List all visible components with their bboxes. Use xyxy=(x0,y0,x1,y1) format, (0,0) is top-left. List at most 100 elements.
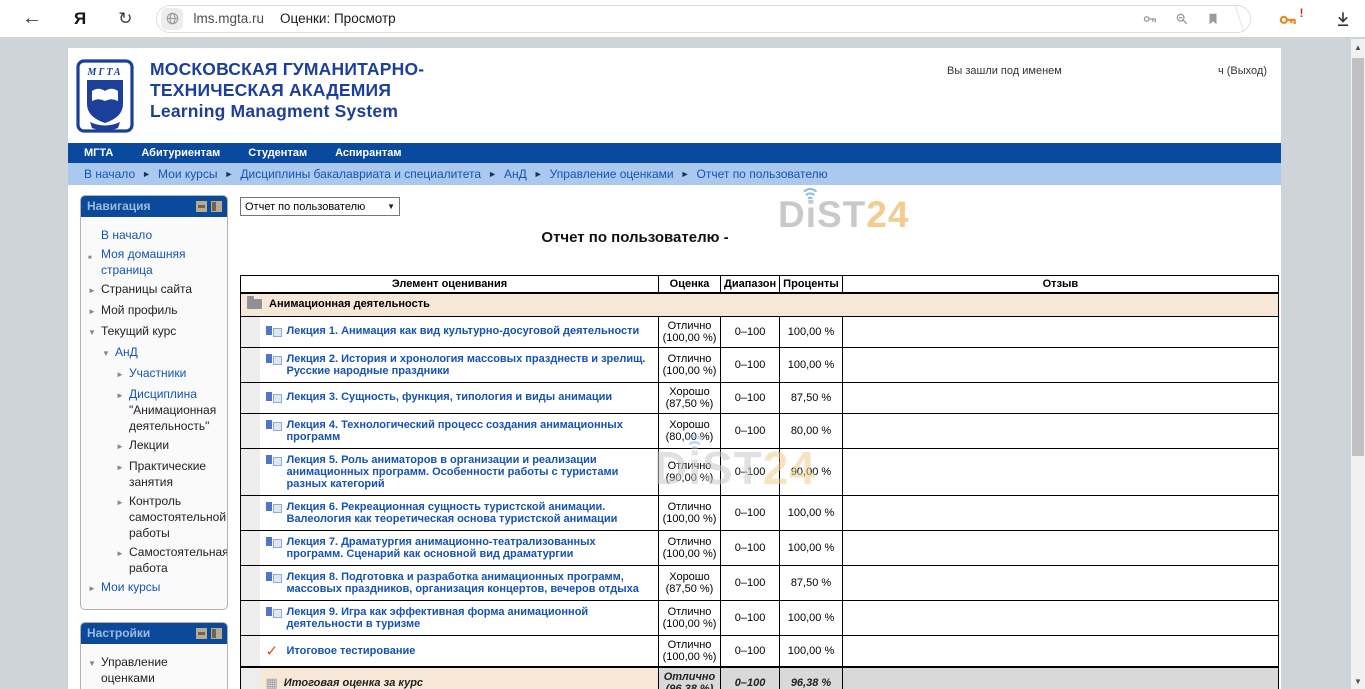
yandex-button[interactable]: Я xyxy=(74,9,86,29)
back-button[interactable]: ← xyxy=(22,7,42,30)
sidebar-item[interactable]: ► Дисциплина "Анимационная деятельность" xyxy=(116,386,223,434)
address-bar[interactable]: lms.mgta.ru Оценки: Просмотр xyxy=(156,5,1251,33)
grade-item-link[interactable]: Лекция 5. Роль аниматоров в организации … xyxy=(287,454,653,490)
breadcrumb-link[interactable]: АнД xyxy=(504,167,527,181)
grade-range: 0–100 xyxy=(721,383,780,414)
block-collapse-icon[interactable] xyxy=(196,628,207,639)
grade-feedback xyxy=(842,496,1278,531)
breadcrumb: В начало►Мои курсы►Дисциплины бакалавриа… xyxy=(68,163,1281,185)
grade-item-link[interactable]: Лекция 3. Сущность, функция, типология и… xyxy=(287,391,613,403)
block-dock-icon[interactable] xyxy=(211,628,222,639)
table-row: Лекция 8. Подготовка и разработка анимац… xyxy=(241,566,1279,601)
topnav-item[interactable]: МГТА xyxy=(84,147,113,159)
grade-value: Хорошо(87,50 %) xyxy=(659,566,721,601)
grade-range: 0–100 xyxy=(721,496,780,531)
alert-badge: ! xyxy=(1299,6,1303,20)
lesson-icon xyxy=(266,420,281,433)
browser-toolbar: ← Я ↻ lms.mgta.ru Оценки: Просмотр xyxy=(0,0,1365,38)
top-navbar: МГТА Абитуриентам Студентам Аспирантам xyxy=(68,143,1281,163)
lesson-icon xyxy=(266,572,281,585)
grade-item-link[interactable]: Лекция 1. Анимация как вид культурно-дос… xyxy=(287,325,640,337)
topnav-item[interactable]: Аспирантам xyxy=(335,147,401,159)
grade-feedback xyxy=(842,414,1278,449)
org-title-line3: Learning Managment System xyxy=(150,101,424,122)
category-label: Анимационная деятельность xyxy=(269,298,430,310)
sidebar-item[interactable]: ■ Моя домашняя страница xyxy=(88,246,223,278)
table-row: Лекция 3. Сущность, функция, типология и… xyxy=(241,383,1279,414)
key-icon[interactable] xyxy=(1142,11,1158,27)
scrollbar-thumb[interactable] xyxy=(1352,58,1364,456)
org-title: МОСКОВСКАЯ ГУМАНИТАРНО- ТЕХНИЧЕСКАЯ АКАД… xyxy=(150,59,424,122)
browser-window: ← Я ↻ lms.mgta.ru Оценки: Просмотр xyxy=(0,0,1365,689)
grade-value: Отлично(100,00 %) xyxy=(659,317,721,348)
site-header: МГТА МОСКОВСКАЯ ГУМАНИТАРНО- ТЕХНИЧЕСКАЯ… xyxy=(68,48,1281,143)
settings-block: Настройки ▼ Управление оценками ▦ Обзорн… xyxy=(80,622,228,689)
table-row-category: Анимационная деятельность xyxy=(241,293,1279,317)
svg-text:МГТА: МГТА xyxy=(86,67,122,78)
org-title-line2: ТЕХНИЧЕСКАЯ АКАДЕМИЯ xyxy=(150,80,424,101)
breadcrumb-separator-icon: ► xyxy=(681,169,690,179)
scroll-up-arrow[interactable]: ▲ xyxy=(1351,43,1365,52)
breadcrumb-link[interactable]: Мои курсы xyxy=(158,167,217,181)
password-alert-icon[interactable]: ! xyxy=(1277,9,1299,29)
grade-item-link[interactable]: Лекция 6. Рекреационная сущность туристс… xyxy=(287,501,653,525)
table-row: ✓Итоговое тестирование Отлично(100,00 %)… xyxy=(241,636,1279,668)
tree-marker-icon: ► xyxy=(116,458,129,490)
col-header-range: Диапазон xyxy=(721,276,780,294)
report-type-select[interactable]: Отчет по пользователю ▼ xyxy=(240,197,400,216)
breadcrumb-link[interactable]: В начало xyxy=(84,167,135,181)
breadcrumb-link[interactable]: Управление оценками xyxy=(550,167,674,181)
sidebar-item[interactable]: В начало xyxy=(88,227,223,243)
reload-button[interactable]: ↻ xyxy=(118,9,132,29)
grade-feedback xyxy=(842,449,1278,496)
grade-feedback xyxy=(842,383,1278,414)
table-row: Лекция 7. Драматургия анимационно-театра… xyxy=(241,531,1279,566)
topnav-item[interactable]: Абитуриентам xyxy=(141,147,220,159)
grade-item-link[interactable]: Лекция 9. Игра как эффективная форма ани… xyxy=(287,606,653,630)
login-status: Вы зашли под именем ч (Выход) xyxy=(947,65,1267,77)
sidebar-item[interactable]: ▼ АнД xyxy=(102,344,223,362)
block-dock-icon[interactable] xyxy=(211,201,222,212)
grade-range: 0–100 xyxy=(721,566,780,601)
col-header-percent: Проценты xyxy=(780,276,843,294)
grade-item-link[interactable]: Итоговое тестирование xyxy=(287,645,416,657)
page-background: МГТА МОСКОВСКАЯ ГУМАНИТАРНО- ТЕХНИЧЕСКАЯ… xyxy=(0,39,1351,689)
academy-logo[interactable]: МГТА xyxy=(76,59,134,133)
grade-range: 0–100 xyxy=(721,317,780,348)
grade-item-link[interactable]: Лекция 2. История и хронология массовых … xyxy=(287,353,653,377)
lesson-icon xyxy=(266,607,281,620)
table-row: Лекция 9. Игра как эффективная форма ани… xyxy=(241,601,1279,636)
scroll-down-arrow[interactable]: ▼ xyxy=(1351,677,1365,686)
logout-link[interactable]: (Выход) xyxy=(1227,65,1267,77)
block-collapse-icon[interactable] xyxy=(196,201,207,212)
downloads-icon[interactable] xyxy=(1333,9,1353,29)
breadcrumb-link[interactable]: Дисциплины бакалавриата и специалитета xyxy=(240,167,481,181)
topnav-item[interactable]: Студентам xyxy=(248,147,307,159)
zoom-icon[interactable] xyxy=(1174,11,1190,27)
bookmark-icon[interactable] xyxy=(1206,11,1220,27)
grade-item-link[interactable]: Лекция 4. Технологический процесс создан… xyxy=(287,419,653,443)
breadcrumb-link[interactable]: Отчет по пользователю xyxy=(697,167,828,181)
lesson-icon xyxy=(266,326,281,339)
grade-percent: 100,00 % xyxy=(780,636,843,668)
quiz-icon: ✓ xyxy=(266,645,281,658)
grade-feedback xyxy=(842,636,1278,668)
lesson-icon xyxy=(266,392,281,405)
sidebar-item[interactable]: ► Мои курсы xyxy=(88,579,223,597)
page-title: Отчет по пользователю - xyxy=(541,229,728,246)
col-header-item: Элемент оценивания xyxy=(241,276,659,294)
report-area: Отчет по пользователю ▼ Отчет по пользов… xyxy=(240,193,1279,689)
grade-feedback xyxy=(842,531,1278,566)
grade-percent: 80,00 % xyxy=(780,414,843,449)
grade-item-link[interactable]: Лекция 7. Драматургия анимационно-театра… xyxy=(287,536,653,560)
address-url: lms.mgta.ru xyxy=(193,11,264,26)
table-row: Лекция 2. История и хронология массовых … xyxy=(241,348,1279,383)
sidebar-item[interactable]: ► Участники xyxy=(116,365,223,383)
grade-item-link[interactable]: Лекция 8. Подготовка и разработка анимац… xyxy=(287,571,653,595)
sidebar-item: ► Лекции xyxy=(116,437,223,455)
grade-percent: 100,00 % xyxy=(780,531,843,566)
table-row: Лекция 5. Роль аниматоров в организации … xyxy=(241,449,1279,496)
sidebar-item: ► Мой профиль xyxy=(88,302,223,320)
address-page-title: Оценки: Просмотр xyxy=(280,11,1142,26)
scrollbar[interactable]: ▲ ▼ xyxy=(1351,39,1365,689)
